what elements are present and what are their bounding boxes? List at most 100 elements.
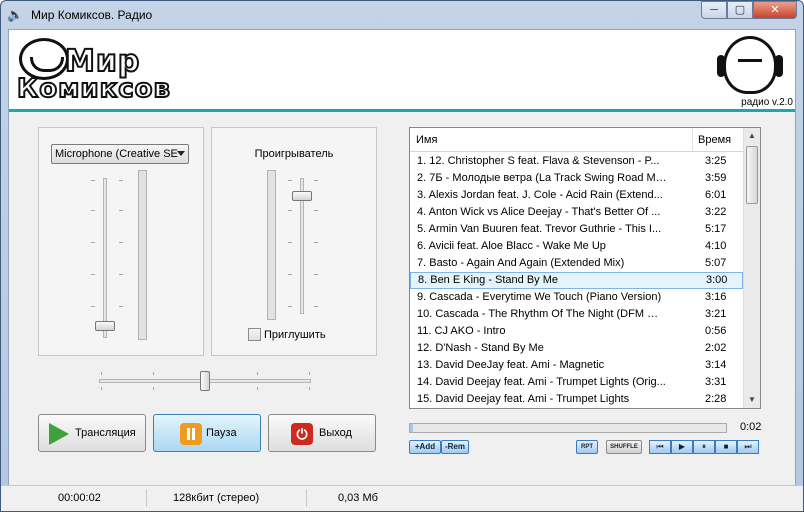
- list-item[interactable]: 1. 12. Christopher S feat. Flava & Steve…: [410, 153, 743, 170]
- list-item[interactable]: 12. D'Nash - Stand By Me 2:02: [410, 340, 743, 357]
- remove-button[interactable]: -Rem: [441, 440, 469, 454]
- input-volume-track[interactable]: [103, 178, 107, 338]
- list-item[interactable]: 5. Armin Van Buuren feat. Trevor Guthrie…: [410, 221, 743, 238]
- playlist-scrollbar[interactable]: ▲ ▼: [743, 128, 760, 408]
- tick: [91, 306, 95, 307]
- position-readout: 0:02: [740, 421, 762, 433]
- track-name: 8. Ben E King - Stand By Me: [418, 274, 559, 286]
- track-name: 10. Cascada - The Rhythm Of The Night (D…: [417, 308, 667, 320]
- shuffle-button[interactable]: SHUFFLE: [606, 440, 642, 454]
- track-name: 4. Anton Wick vs Alice Deejay - That's B…: [417, 206, 661, 218]
- input-device-value: Microphone (Creative SE: [55, 148, 178, 160]
- list-item[interactable]: 6. Avicii feat. Aloe Blacc - Wake Me Up 4…: [410, 238, 743, 255]
- tick: [119, 180, 123, 181]
- track-name: 2. 7Б - Молодые ветра (La Track Swing Ro…: [417, 172, 667, 184]
- list-item[interactable]: 10. Cascada - The Rhythm Of The Night (D…: [410, 306, 743, 323]
- track-name: 13. David DeeJay feat. Ami - Magnetic: [417, 359, 605, 371]
- crossfader-thumb[interactable]: [200, 371, 210, 391]
- track-duration: 2:02: [705, 342, 727, 354]
- stop-icon[interactable]: ■: [715, 440, 737, 454]
- broadcast-button[interactable]: Трансляция: [38, 414, 146, 452]
- previous-icon[interactable]: ⏮: [649, 440, 671, 454]
- track-name: 11. CJ AKO - Intro: [417, 325, 506, 337]
- track-name: 14. David Deejay feat. Ami - Trumpet Lig…: [417, 376, 666, 388]
- track-duration: 0:56: [705, 325, 727, 337]
- track-name: 9. Cascada - Everytime We Touch (Piano V…: [417, 291, 662, 303]
- status-elapsed: 00:00:02: [58, 492, 101, 504]
- scroll-up-icon[interactable]: ▲: [744, 128, 760, 144]
- column-header-name[interactable]: Имя: [416, 134, 437, 146]
- tick: [314, 242, 318, 243]
- maximize-button[interactable]: ▢: [727, 1, 753, 19]
- pause-button[interactable]: Пауза: [153, 414, 261, 452]
- list-item[interactable]: 11. CJ AKO - Intro 0:56: [410, 323, 743, 340]
- tick: [288, 242, 292, 243]
- add-button[interactable]: +Add: [409, 440, 441, 454]
- status-bar: 00:00:02 128кбит (стерео) 0,03 Мб: [1, 485, 803, 511]
- track-duration: 4:10: [705, 240, 727, 252]
- player-volume-thumb[interactable]: [292, 190, 312, 201]
- exit-button[interactable]: ⏻ Выход: [268, 414, 376, 452]
- headphones-mascot-icon: [717, 36, 783, 94]
- tick: [288, 306, 292, 307]
- mute-checkbox[interactable]: [248, 328, 261, 341]
- status-divider: [146, 489, 147, 507]
- close-button[interactable]: ✕: [753, 1, 797, 19]
- next-icon[interactable]: ⏭: [737, 440, 759, 454]
- column-header-time[interactable]: Время: [698, 134, 731, 146]
- mute-label: Приглушить: [264, 329, 326, 341]
- tick: [257, 372, 258, 375]
- chevron-down-icon: [177, 151, 185, 156]
- repeat-button[interactable]: RPT: [576, 440, 598, 454]
- track-duration: 3:59: [705, 172, 727, 184]
- minimize-button[interactable]: ─: [701, 1, 727, 19]
- player-level-meter: [267, 170, 276, 320]
- track-name: 12. D'Nash - Stand By Me: [417, 342, 544, 354]
- input-level-meter: [138, 170, 147, 340]
- banner: Мир Комиксов радио v.2.0: [9, 30, 795, 112]
- title-bar[interactable]: 🔈 Мир Комиксов. Радио ─ ▢ ✕: [1, 1, 803, 29]
- tick: [91, 242, 95, 243]
- tick: [91, 274, 95, 275]
- play-small-icon[interactable]: ▶: [671, 440, 693, 454]
- input-panel: Microphone (Creative SE: [38, 127, 204, 356]
- tick: [91, 210, 95, 211]
- tick: [119, 210, 123, 211]
- tick: [119, 242, 123, 243]
- track-duration: 3:16: [705, 291, 727, 303]
- list-item[interactable]: 3. Alexis Jordan feat. J. Cole - Acid Ra…: [410, 187, 743, 204]
- tick: [288, 210, 292, 211]
- playlist-header: Имя Время: [410, 128, 743, 152]
- tick: [314, 306, 318, 307]
- list-item[interactable]: 2. 7Б - Молодые ветра (La Track Swing Ro…: [410, 170, 743, 187]
- tick: [314, 180, 318, 181]
- track-progress-bar[interactable]: [409, 423, 727, 433]
- track-duration: 3:31: [705, 376, 727, 388]
- tick: [314, 274, 318, 275]
- track-duration: 3:25: [705, 155, 727, 167]
- list-item[interactable]: 7. Basto - Again And Again (Extended Mix…: [410, 255, 743, 272]
- tick: [119, 306, 123, 307]
- pause-icon: [180, 423, 202, 445]
- tick: [257, 387, 258, 390]
- track-duration: 3:22: [705, 206, 727, 218]
- app-window: 🔈 Мир Комиксов. Радио ─ ▢ ✕ Мир Комиксов…: [0, 0, 804, 512]
- tick: [309, 372, 310, 375]
- tick: [153, 372, 154, 375]
- list-item[interactable]: 8. Ben E King - Stand By Me 3:00: [410, 272, 743, 289]
- scrollbar-thumb[interactable]: [746, 146, 758, 204]
- list-item[interactable]: 9. Cascada - Everytime We Touch (Piano V…: [410, 289, 743, 306]
- scroll-down-icon[interactable]: ▼: [744, 392, 760, 408]
- track-duration: 3:14: [705, 359, 727, 371]
- track-name: 15. David Deejay feat. Ami - Trumpet Lig…: [417, 393, 630, 405]
- list-item[interactable]: 14. David Deejay feat. Ami - Trumpet Lig…: [410, 374, 743, 391]
- list-item[interactable]: 13. David DeeJay feat. Ami - Magnetic 3:1…: [410, 357, 743, 374]
- list-item[interactable]: 4. Anton Wick vs Alice Deejay - That's B…: [410, 204, 743, 221]
- input-device-select[interactable]: Microphone (Creative SE: [51, 144, 189, 164]
- track-name: 5. Armin Van Buuren feat. Trevor Guthrie…: [417, 223, 662, 235]
- status-bitrate: 128кбит (стерео): [173, 492, 260, 504]
- input-volume-thumb[interactable]: [95, 320, 115, 331]
- list-item[interactable]: 15. David Deejay feat. Ami - Trumpet Lig…: [410, 391, 743, 408]
- pause-small-icon[interactable]: ⏸: [693, 440, 715, 454]
- playlist[interactable]: Имя Время 1. 12. Christopher S feat. Fla…: [409, 127, 761, 409]
